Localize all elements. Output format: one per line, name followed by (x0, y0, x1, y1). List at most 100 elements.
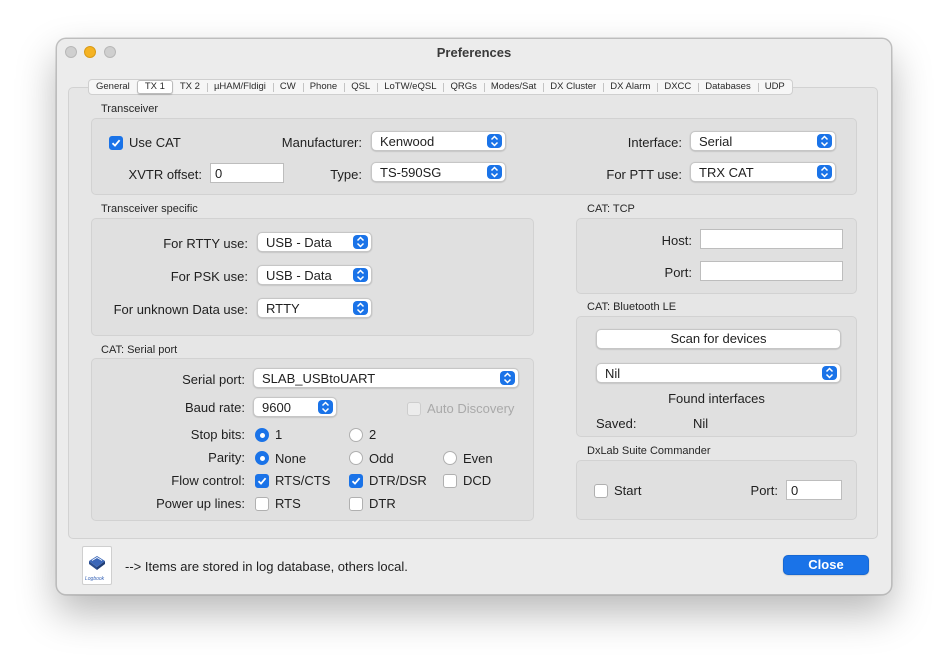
type-value: TS-590SG (380, 165, 442, 180)
transceiver-group: Use CAT Manufacturer: Kenwood Interface:… (91, 118, 857, 195)
tab-µham-fldigi[interactable]: µHAM/Fldigi (206, 81, 273, 93)
xvtr-offset-label: XVTR offset: (128, 167, 202, 182)
psk-value: USB - Data (266, 268, 332, 283)
tab-general[interactable]: General (89, 81, 137, 93)
dxlab-start-label: Start (614, 483, 642, 498)
rtty-label: For RTTY use: (163, 236, 248, 251)
tab-bar: General TX 1 TX 2 µHAM/Fldigi CW Phone QSL LoTW… (88, 79, 793, 95)
unknown-data-select[interactable]: RTTY (257, 298, 372, 318)
dxlab-port-input[interactable] (787, 481, 841, 499)
flow-dcd-checkbox[interactable] (443, 474, 457, 488)
chevron-updown-icon (817, 134, 832, 148)
power-dtr-checkbox[interactable] (349, 497, 363, 511)
use-cat-checkbox[interactable] (109, 136, 123, 150)
tcp-host-input[interactable] (701, 230, 842, 248)
flow-dcd-label: DCD (463, 473, 492, 488)
parity-none-label: None (275, 451, 307, 466)
unknown-data-label: For unknown Data use: (113, 302, 248, 317)
serial-group-title: CAT: Serial port (101, 344, 178, 356)
ptt-label: For PTT use: (606, 167, 682, 182)
tab-dx-cluster[interactable]: DX Cluster (543, 81, 603, 93)
psk-label: For PSK use: (170, 269, 248, 284)
ble-device-select[interactable]: Nil (596, 363, 841, 383)
logbook-logo: Logbook (82, 546, 112, 585)
stop-bits-1-label: 1 (275, 427, 283, 442)
manufacturer-select[interactable]: Kenwood (371, 131, 506, 151)
tcp-port-input[interactable] (701, 262, 842, 280)
xvtr-offset-field[interactable] (210, 163, 284, 183)
tab-cw[interactable]: CW (272, 81, 303, 93)
dxlab-start-checkbox[interactable] (594, 484, 608, 498)
flow-dtr-dsr-checkbox[interactable] (349, 474, 363, 488)
xvtr-offset-input[interactable] (211, 164, 283, 182)
tcp-group-title: CAT: TCP (587, 203, 635, 215)
power-rts-label: RTS (275, 496, 301, 511)
dxlab-group-title: DxLab Suite Commander (587, 445, 711, 457)
scan-devices-button[interactable]: Scan for devices (596, 329, 841, 349)
tab-modes-sat[interactable]: Modes/Sat (483, 81, 543, 93)
parity-odd-radio[interactable] (349, 451, 363, 465)
baud-rate-select[interactable]: 9600 (253, 397, 337, 417)
tab-dx-alarm[interactable]: DX Alarm (603, 81, 657, 93)
psk-select[interactable]: USB - Data (257, 265, 372, 285)
chevron-updown-icon (487, 134, 502, 148)
chevron-updown-icon (353, 235, 368, 249)
tab-phone[interactable]: Phone (302, 81, 344, 93)
transceiver-group-title: Transceiver (101, 103, 159, 115)
unknown-data-value: RTTY (266, 301, 300, 316)
parity-odd-label: Odd (369, 451, 394, 466)
chevron-updown-icon (817, 165, 832, 179)
tab-tx-2[interactable]: TX 2 (173, 81, 207, 93)
tcp-port-label: Port: (664, 265, 692, 280)
parity-label: Parity: (208, 450, 245, 465)
power-dtr-label: DTR (369, 496, 396, 511)
tab-databases[interactable]: Databases (698, 81, 757, 93)
saved-label: Saved: (596, 416, 637, 431)
tab-dxcc[interactable]: DXCC (657, 81, 698, 93)
title-bar: Preferences (57, 39, 891, 67)
serial-port-group: Serial port: SLAB_USBtoUART Baud rate: 9… (91, 358, 534, 521)
power-rts-checkbox[interactable] (255, 497, 269, 511)
dxlab-port-label: Port: (750, 483, 778, 498)
logo-text: Logbook (85, 576, 105, 582)
close-button[interactable]: Close (783, 555, 869, 575)
dxlab-port-field[interactable] (786, 480, 842, 500)
tab-qsl[interactable]: QSL (344, 81, 377, 93)
preferences-window: Preferences Transceiver Use CAT Manufact… (56, 38, 892, 595)
tab-qrgs[interactable]: QRGs (443, 81, 483, 93)
chevron-updown-icon (318, 400, 333, 414)
rtty-select[interactable]: USB - Data (257, 232, 372, 252)
parity-even-radio[interactable] (443, 451, 457, 465)
baud-rate-label: Baud rate: (185, 400, 245, 415)
stop-bits-2-radio[interactable] (349, 428, 363, 442)
tab-udp[interactable]: UDP (757, 81, 792, 93)
parity-none-radio[interactable] (255, 451, 269, 465)
saved-value: Nil (693, 416, 709, 431)
ptt-select[interactable]: TRX CAT (690, 162, 836, 182)
interface-label: Interface: (627, 135, 682, 150)
auto-discovery-checkbox[interactable] (407, 402, 421, 416)
specific-group-title: Transceiver specific (101, 203, 198, 215)
ptt-value: TRX CAT (699, 165, 754, 180)
chevron-updown-icon (500, 371, 515, 385)
stop-bits-label: Stop bits: (190, 427, 245, 442)
tcp-host-field[interactable] (700, 229, 843, 249)
storage-note: --> Items are stored in log database, ot… (125, 559, 408, 574)
stop-bits-2-label: 2 (369, 427, 377, 442)
tab-lotw-eqsl[interactable]: LoTW/eQSL (377, 81, 443, 93)
tcp-port-field[interactable] (700, 261, 843, 281)
serial-port-label: Serial port: (182, 372, 245, 387)
tab-tx-1[interactable]: TX 1 (136, 80, 173, 94)
stop-bits-1-radio[interactable] (255, 428, 269, 442)
type-select[interactable]: TS-590SG (371, 162, 506, 182)
manufacturer-label: Manufacturer: (281, 135, 362, 150)
interface-select[interactable]: Serial (690, 131, 836, 151)
chevron-updown-icon (353, 268, 368, 282)
found-interfaces-label: Found interfaces (668, 391, 765, 406)
window-title: Preferences (436, 45, 512, 60)
serial-port-select[interactable]: SLAB_USBtoUART (253, 368, 519, 388)
flow-rts-cts-checkbox[interactable] (255, 474, 269, 488)
rtty-value: USB - Data (266, 235, 332, 250)
manufacturer-value: Kenwood (380, 134, 435, 149)
transceiver-specific-group: For RTTY use: USB - Data For PSK use: US… (91, 218, 534, 336)
